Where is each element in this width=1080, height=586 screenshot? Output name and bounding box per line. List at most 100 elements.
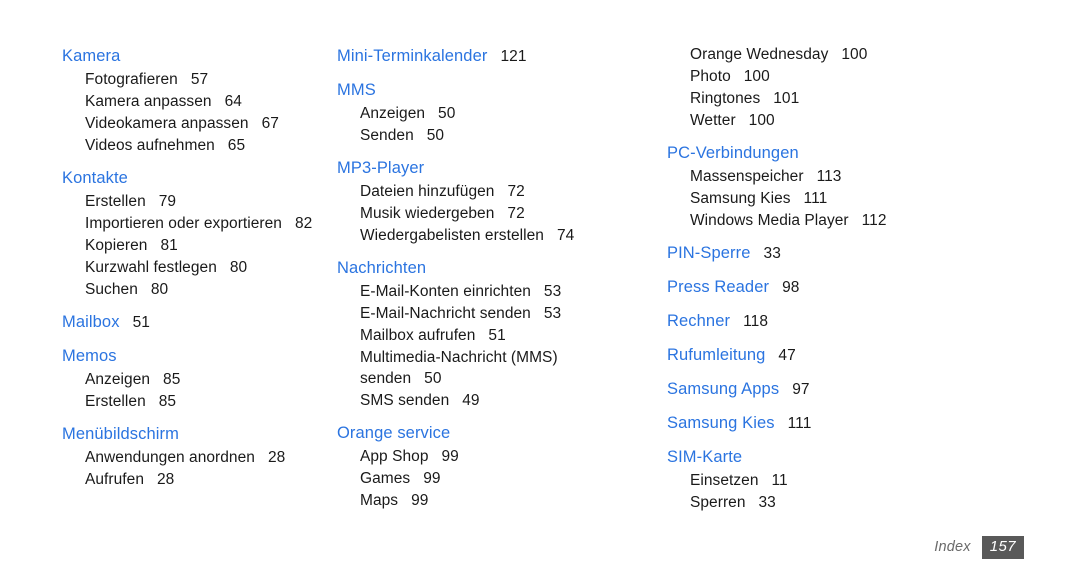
index-entry-label: Wetter	[690, 112, 736, 129]
section-heading-page-number: 98	[782, 279, 800, 296]
section-heading[interactable]: Kamera	[62, 44, 330, 69]
index-entry[interactable]: Kamera anpassen 64	[62, 91, 330, 113]
index-section: PIN-Sperre 33	[667, 241, 1080, 266]
section-heading-label: SIM-Karte	[667, 448, 743, 466]
index-entry[interactable]: Kurzwahl festlegen 80	[62, 257, 330, 279]
index-entry[interactable]: Erstellen 85	[62, 391, 330, 413]
index-entry-page-number: 100	[743, 68, 770, 85]
index-entry[interactable]: Aufrufen 28	[62, 469, 330, 491]
index-entry-page-number: 11	[771, 472, 788, 489]
section-heading[interactable]: Nachrichten	[337, 256, 655, 281]
index-entry[interactable]: Anzeigen 85	[62, 369, 330, 391]
index-entry[interactable]: E-Mail-Konten einrichten 53	[337, 281, 655, 303]
section-heading-page-number: 121	[500, 48, 527, 65]
index-entry-label: senden	[360, 370, 412, 387]
index-entry[interactable]: Wetter 100	[667, 110, 1080, 132]
index-entry-label: Maps	[360, 492, 399, 509]
section-heading[interactable]: Menübildschirm	[62, 422, 330, 447]
section-heading-label: Samsung Kies	[667, 414, 775, 432]
section-heading[interactable]: Kontakte	[62, 166, 330, 191]
index-entry[interactable]: Orange Wednesday 100	[667, 44, 1080, 66]
index-entry[interactable]: Massenspeicher 113	[667, 166, 1080, 188]
section-entry-list: Anzeigen 50 Senden 50	[337, 103, 655, 147]
index-entry-page-number: 99	[423, 470, 441, 487]
section-heading[interactable]: Press Reader 98	[667, 275, 1080, 300]
index-entry-page-number: 74	[556, 227, 575, 244]
column-1: Kamera Fotografieren 57 Kamera anpassen 64 Vi…	[0, 44, 330, 491]
index-entry-page-number: 82	[294, 215, 313, 232]
index-entry[interactable]: Maps 99	[337, 490, 655, 512]
index-entry-label: Kopieren	[85, 237, 148, 254]
index-entry[interactable]: Samsung Kies 111	[667, 188, 1080, 210]
index-entry-label: Importieren oder exportieren	[85, 215, 282, 232]
section-entry-list: Anzeigen 85 Erstellen 85	[62, 369, 330, 413]
index-entry-page-number: 51	[488, 327, 506, 344]
section-heading-label: MMS	[337, 81, 376, 99]
index-entry-label: Kamera anpassen	[85, 93, 212, 110]
index-entry[interactable]: Fotografieren 57	[62, 69, 330, 91]
section-heading[interactable]: PIN-Sperre 33	[667, 241, 1080, 266]
index-entry[interactable]: Erstellen 79	[62, 191, 330, 213]
index-section: Rufumleitung 47	[667, 343, 1080, 368]
section-heading[interactable]: SIM-Karte	[667, 445, 1080, 470]
index-entry[interactable]: Suchen 80	[62, 279, 330, 301]
section-heading[interactable]: MP3-Player	[337, 156, 655, 181]
index-entry[interactable]: E-Mail-Nachricht senden 53	[337, 303, 655, 325]
index-entry[interactable]: Multimedia-Nachricht (MMS)	[337, 347, 655, 369]
index-entry[interactable]: Dateien hinzufügen 72	[337, 181, 655, 203]
section-heading-label: Mini-Terminkalender	[337, 47, 488, 65]
index-section: MMS Anzeigen 50 Senden 50	[337, 78, 655, 147]
section-heading-label: Mailbox	[62, 313, 120, 331]
index-entry[interactable]: Kopieren 81	[62, 235, 330, 257]
index-entry-label: Erstellen	[85, 393, 146, 410]
section-heading[interactable]: Mailbox 51	[62, 310, 330, 335]
index-entry-label: Aufrufen	[85, 471, 144, 488]
index-entry[interactable]: SMS senden 49	[337, 390, 655, 412]
continued-entry-list: Orange Wednesday 100 Photo 100 Ringtones 101 W…	[667, 44, 1080, 132]
index-entry[interactable]: senden 50	[337, 368, 655, 390]
footer-section-label: Index	[934, 539, 971, 555]
page-footer: Index 157	[0, 531, 1080, 563]
index-entry[interactable]: Photo 100	[667, 66, 1080, 88]
section-entry-list: App Shop 99 Games 99 Maps 99	[337, 446, 655, 512]
section-heading-label: Nachrichten	[337, 259, 427, 277]
index-section: Press Reader 98	[667, 275, 1080, 300]
index-entry[interactable]: Windows Media Player 112	[667, 210, 1080, 232]
section-heading[interactable]: Mini-Terminkalender 121	[337, 44, 655, 69]
index-entry[interactable]: Videokamera anpassen 67	[62, 113, 330, 135]
index-entry[interactable]: Senden 50	[337, 125, 655, 147]
index-entry-label: SMS senden	[360, 392, 450, 409]
section-heading[interactable]: Rechner 118	[667, 309, 1080, 334]
section-heading-page-number: 111	[787, 415, 812, 432]
index-entry[interactable]: Ringtones 101	[667, 88, 1080, 110]
section-heading[interactable]: PC-Verbindungen	[667, 141, 1080, 166]
index-entry[interactable]: App Shop 99	[337, 446, 655, 468]
section-heading[interactable]: Samsung Apps 97	[667, 377, 1080, 402]
section-heading[interactable]: Memos	[62, 344, 330, 369]
index-entry-page-number: 72	[507, 183, 525, 200]
section-heading[interactable]: MMS	[337, 78, 655, 103]
index-entry[interactable]: Wiedergabelisten erstellen 74	[337, 225, 655, 247]
index-entry-label: Mailbox aufrufen	[360, 327, 476, 344]
index-entry-label: Ringtones	[690, 90, 761, 107]
index-entry[interactable]: Anwendungen anordnen 28	[62, 447, 330, 469]
index-entry[interactable]: Importieren oder exportieren 82	[62, 213, 330, 235]
section-heading[interactable]: Rufumleitung 47	[667, 343, 1080, 368]
index-entry[interactable]: Mailbox aufrufen 51	[337, 325, 655, 347]
section-heading[interactable]: Samsung Kies 111	[667, 411, 1080, 436]
index-entry[interactable]: Videos aufnehmen 65	[62, 135, 330, 157]
index-section: Memos Anzeigen 85 Erstellen 85	[62, 344, 330, 413]
index-entry[interactable]: Sperren 33	[667, 492, 1080, 514]
index-entry-page-number: 85	[163, 371, 181, 388]
section-entry-list: Erstellen 79 Importieren oder exportieren 8…	[62, 191, 330, 301]
index-entry[interactable]: Games 99	[337, 468, 655, 490]
footer-page-number: 157	[981, 535, 1024, 559]
index-entry[interactable]: Einsetzen 11	[667, 470, 1080, 492]
section-heading[interactable]: Orange service	[337, 421, 655, 446]
index-entry-label: Sperren	[690, 494, 746, 511]
index-page: Kamera Fotografieren 57 Kamera anpassen 64 Vi…	[0, 0, 1080, 586]
index-entry[interactable]: Anzeigen 50	[337, 103, 655, 125]
section-heading-page-number: 33	[763, 245, 781, 262]
index-entry-page-number: 50	[424, 370, 442, 387]
index-entry[interactable]: Musik wiedergeben 72	[337, 203, 655, 225]
